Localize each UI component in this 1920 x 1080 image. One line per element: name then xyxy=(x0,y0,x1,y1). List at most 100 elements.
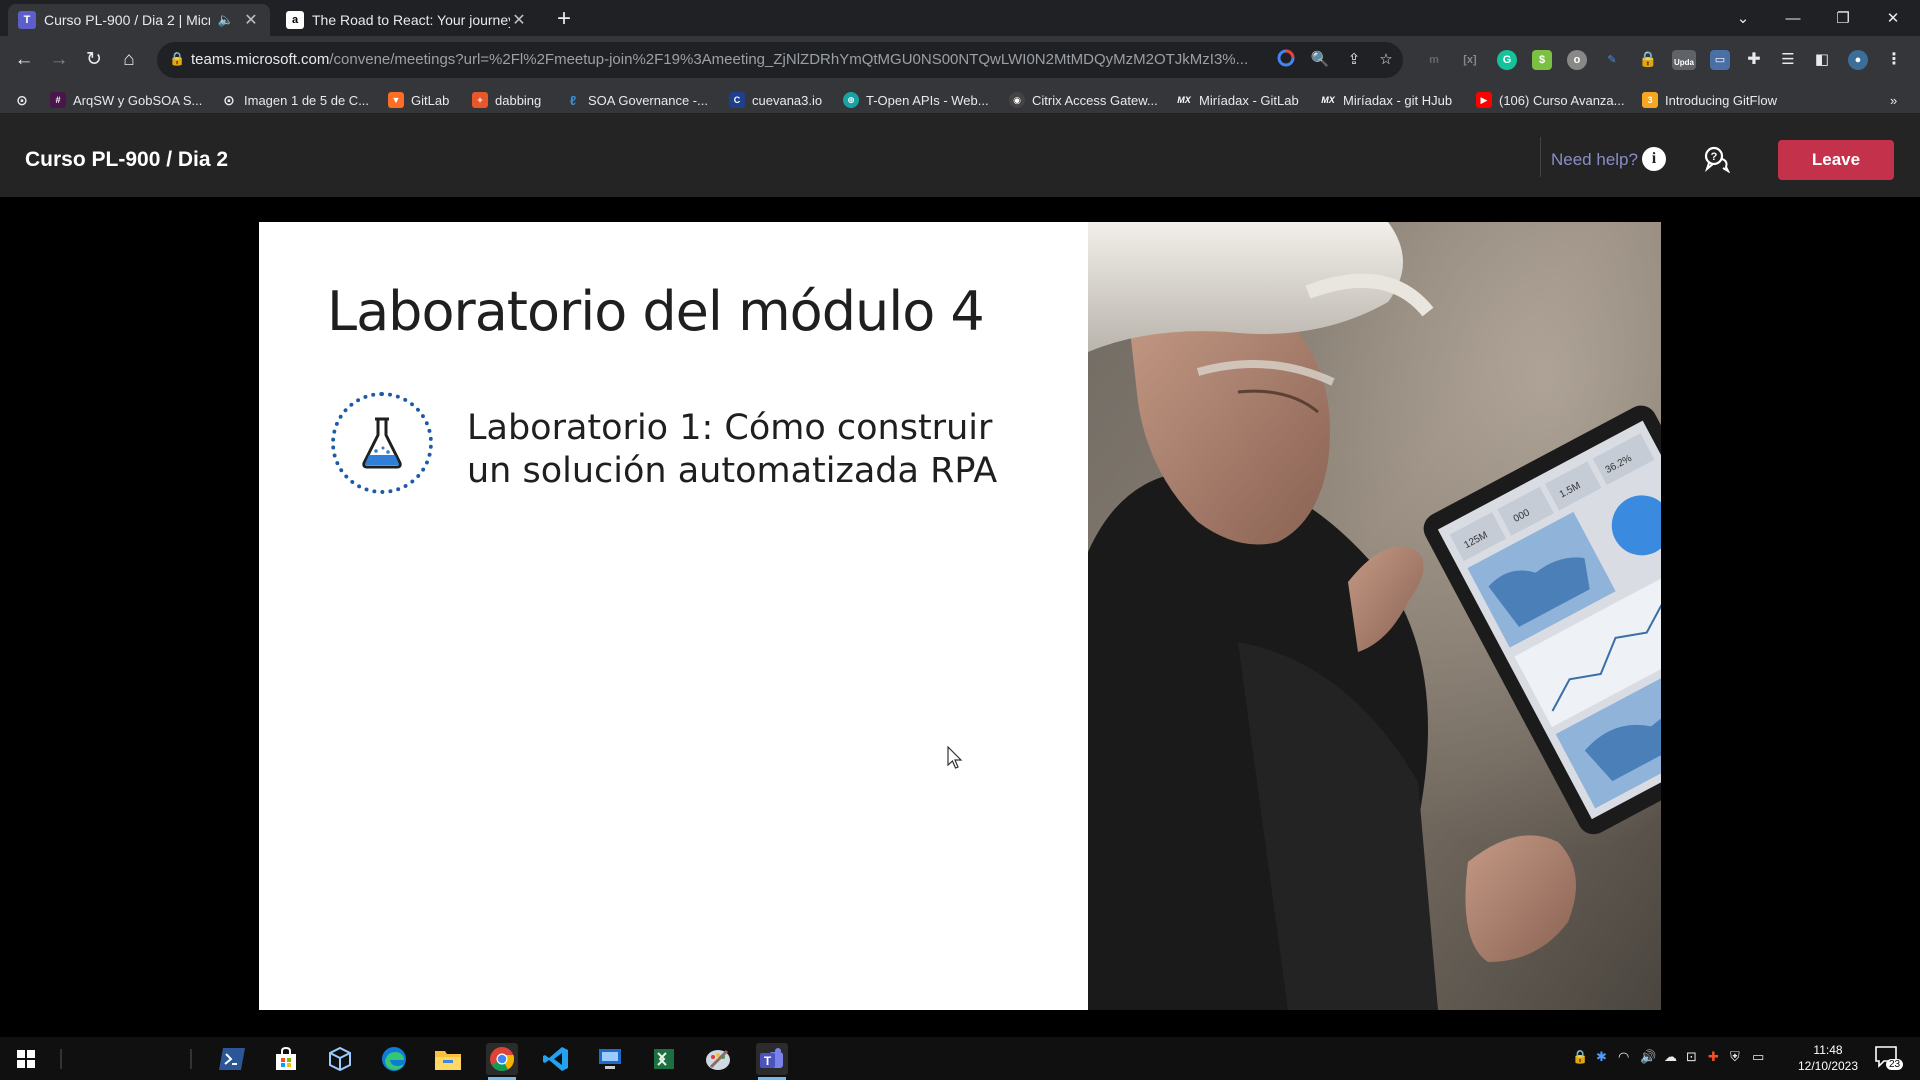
extension-bracket-icon[interactable]: [x] xyxy=(1460,50,1480,70)
extension-m-icon[interactable]: m xyxy=(1424,50,1444,70)
extension-lock-icon[interactable]: 🔒 xyxy=(1638,50,1658,70)
google-lens-icon[interactable] xyxy=(1275,49,1297,71)
bookmark-gitlab[interactable]: ▼ GitLab xyxy=(388,90,449,110)
store-icon[interactable] xyxy=(270,1043,302,1075)
extension-green-icon[interactable]: $ xyxy=(1532,50,1552,70)
globe-icon: ⊙ xyxy=(223,91,235,108)
presentation-slide: Laboratorio del módulo 4 Laboratorio 1: … xyxy=(259,222,1661,1010)
bookmark-globe-icon[interactable]: ⊙ xyxy=(14,90,37,110)
bookmark-imagen[interactable]: ⊙ Imagen 1 de 5 de C... xyxy=(221,90,369,110)
bookmark-miriadax-github[interactable]: MX Miríadax - git HJub xyxy=(1320,90,1452,110)
teams-icon[interactable]: T xyxy=(756,1043,788,1080)
bookmark-miriadax-gitlab[interactable]: MX Miríadax - GitLab xyxy=(1176,90,1298,110)
windows-start-icon[interactable] xyxy=(10,1043,42,1075)
tab-teams-meeting[interactable]: T Curso PL-900 / Dia 2 | Micro 🔈 ✕ xyxy=(8,4,270,36)
back-arrow-icon[interactable]: ← xyxy=(10,46,38,74)
powershell-icon[interactable] xyxy=(216,1043,248,1075)
extension-pen-icon[interactable]: ✎ xyxy=(1602,50,1622,70)
slide-title: Laboratorio del módulo 4 xyxy=(327,280,985,343)
side-panel-icon[interactable]: ◧ xyxy=(1812,50,1832,70)
clock-time: 11:48 xyxy=(1813,1043,1843,1057)
forward-arrow-icon[interactable]: → xyxy=(45,46,73,74)
notification-center-icon[interactable]: 23 xyxy=(1874,1045,1904,1074)
divider xyxy=(1540,137,1541,177)
profile-avatar[interactable]: ● xyxy=(1848,50,1868,70)
new-tab-button[interactable]: + xyxy=(550,6,578,34)
mouse-cursor-icon xyxy=(947,746,963,769)
screen-capture-icon[interactable]: ⊡ xyxy=(1686,1049,1697,1065)
remote-desktop-icon[interactable] xyxy=(594,1043,626,1075)
url-path: /convene/meetings?url=%2Fl%2Fmeetup-join… xyxy=(329,51,1249,68)
cuevana-icon: C xyxy=(729,92,745,108)
clock-date: 12/10/2023 xyxy=(1797,1059,1859,1073)
extension-eyes-icon[interactable]: o xyxy=(1567,50,1587,70)
url-text[interactable]: teams.microsoft.com/convene/meetings?url… xyxy=(191,51,1271,68)
close-window-button[interactable]: ✕ xyxy=(1870,0,1916,36)
feedback-icon[interactable]: ? xyxy=(1702,145,1731,174)
defender-icon[interactable]: ⛨ xyxy=(1730,1049,1740,1065)
onedrive-icon[interactable]: ☁ xyxy=(1664,1049,1677,1065)
lock-icon[interactable]: 🔒 xyxy=(169,51,185,67)
minimize-button[interactable]: — xyxy=(1770,0,1816,36)
chrome-icon[interactable] xyxy=(486,1043,518,1080)
dabbing-icon: + xyxy=(472,92,488,108)
tab-road-to-react[interactable]: a The Road to React: Your journey ✕ xyxy=(276,4,538,36)
vscode-icon[interactable] xyxy=(540,1043,572,1075)
bookmark-gitflow[interactable]: 3 Introducing GitFlow xyxy=(1642,90,1777,110)
bookmark-soa-governance[interactable]: ℓ SOA Governance -... xyxy=(565,90,708,110)
bookmark-citrix[interactable]: ◉ Citrix Access Gatew... xyxy=(1009,90,1158,110)
zoom-icon[interactable]: 🔍 xyxy=(1309,49,1331,71)
extension-window-icon[interactable]: ▭ xyxy=(1710,50,1730,70)
file-explorer-icon[interactable] xyxy=(432,1043,464,1075)
reading-list-icon[interactable]: ☰ xyxy=(1778,50,1798,70)
grammarly-icon[interactable]: G xyxy=(1497,50,1517,70)
bluetooth-icon[interactable]: ✱ xyxy=(1596,1049,1607,1065)
url-host: teams.microsoft.com xyxy=(191,51,330,68)
leave-button[interactable]: Leave xyxy=(1778,140,1894,180)
virtualbox-icon[interactable] xyxy=(324,1043,356,1075)
paint-icon[interactable] xyxy=(702,1043,734,1075)
bookmark-star-icon[interactable]: ☆ xyxy=(1375,49,1397,71)
bookmark-arqsw[interactable]: # ArqSW y GobSOA S... xyxy=(50,90,202,110)
meeting-title: Curso PL-900 / Dia 2 xyxy=(25,148,229,171)
more-bookmarks-button[interactable]: » xyxy=(1890,90,1897,110)
shared-content-stage: Laboratorio del módulo 4 Laboratorio 1: … xyxy=(0,197,1920,1037)
battery-icon[interactable]: ▭ xyxy=(1752,1049,1764,1065)
system-clock[interactable]: 11:48 12/10/2023 xyxy=(1790,1042,1866,1074)
slack-icon: # xyxy=(50,92,66,108)
bookmark-dabbing[interactable]: + dabbing xyxy=(472,90,541,110)
address-bar[interactable]: 🔒 teams.microsoft.com/convene/meetings?u… xyxy=(157,42,1403,78)
close-tab-icon[interactable]: ✕ xyxy=(242,10,260,30)
share-icon[interactable]: ⇪ xyxy=(1343,49,1365,71)
teams-icon: T xyxy=(18,11,36,29)
vpn-lock-icon[interactable]: 🔒 xyxy=(1572,1049,1588,1065)
notification-count: 23 xyxy=(1886,1059,1904,1070)
tab-search-icon[interactable]: ⌄ xyxy=(1720,0,1766,36)
chrome-menu-icon[interactable]: ⋮ xyxy=(1884,50,1904,70)
extension-update-icon[interactable]: Upda xyxy=(1672,50,1696,70)
excel-icon[interactable] xyxy=(648,1043,680,1075)
teams-tray-icon[interactable]: ✚ xyxy=(1708,1049,1719,1065)
amazon-icon: a xyxy=(286,11,304,29)
miriadax-icon: MX xyxy=(1321,95,1335,105)
home-icon[interactable]: ⌂ xyxy=(115,46,143,74)
extensions-puzzle-icon[interactable]: ✚ xyxy=(1744,50,1764,70)
svg-text:?: ? xyxy=(1711,151,1718,163)
volume-icon[interactable]: 🔊 xyxy=(1640,1049,1656,1065)
lab-flask-icon xyxy=(331,392,433,494)
lab-description: Laboratorio 1: Cómo construir un solució… xyxy=(467,408,998,491)
info-icon[interactable]: i xyxy=(1642,147,1666,171)
taskbar-separator xyxy=(190,1049,192,1069)
close-tab-icon[interactable]: ✕ xyxy=(510,10,528,30)
bookmark-cuevana[interactable]: Ccuevana3.io xyxy=(729,90,822,110)
bookmark-curso-avanzado[interactable]: ▶ (106) Curso Avanza... xyxy=(1476,90,1625,110)
edge-icon[interactable] xyxy=(378,1043,410,1075)
need-help-link[interactable]: Need help? xyxy=(1551,150,1638,170)
wifi-icon[interactable]: ◠ xyxy=(1618,1049,1629,1065)
restore-button[interactable]: ❐ xyxy=(1820,0,1866,36)
reload-icon[interactable]: ↻ xyxy=(80,46,108,74)
miriadax-icon: MX xyxy=(1177,95,1191,105)
gitlab-icon: ▼ xyxy=(388,92,404,108)
bookmark-topen-apis[interactable]: ⊕ T-Open APIs - Web... xyxy=(843,90,989,110)
speaker-icon[interactable]: 🔈 xyxy=(218,12,234,28)
